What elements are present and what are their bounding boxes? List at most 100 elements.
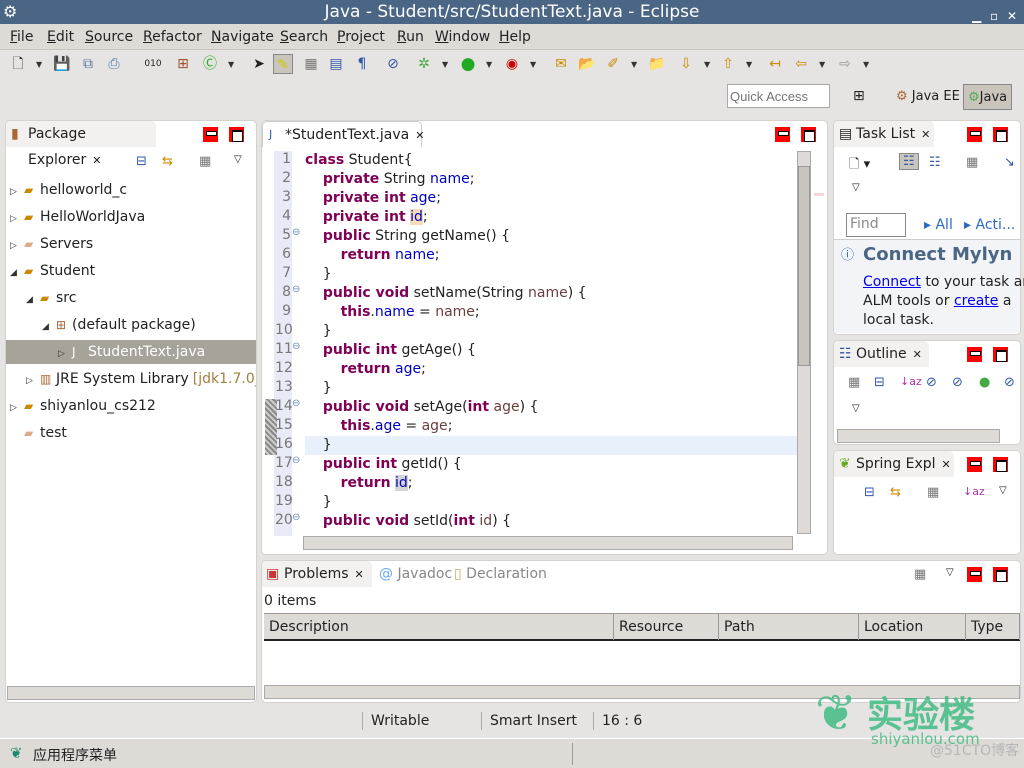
menu-run[interactable]: Run <box>397 29 424 45</box>
open-resource-icon[interactable]: 📁 <box>647 54 667 74</box>
hide-local-types-icon[interactable]: ⊘ <box>1004 375 1015 390</box>
menu-help[interactable]: Help <box>499 29 531 45</box>
sort-icon[interactable]: ↓az <box>963 485 985 498</box>
create-link[interactable]: create <box>954 293 998 309</box>
horizontal-scrollbar[interactable] <box>303 536 793 550</box>
tab-spring-explorer[interactable]: ❦ Spring Expl ✕ <box>834 451 954 477</box>
focus-icon[interactable]: ▦ <box>927 485 939 500</box>
menu-search[interactable]: Search <box>280 29 328 45</box>
hide-fields-icon[interactable]: ⊘ <box>926 375 937 390</box>
horizontal-scrollbar[interactable] <box>7 686 255 700</box>
tree-item[interactable]: ▷ ▰ helloworld_c <box>6 178 256 202</box>
view-menu-icon[interactable]: ▽ <box>946 567 954 578</box>
fold-icon[interactable]: ⊖ <box>292 284 300 295</box>
save-icon[interactable]: 💾 <box>52 54 72 74</box>
collapsed-arrow-icon[interactable]: ▷ <box>10 207 24 231</box>
skip-breakpoints-icon[interactable]: ⊘ <box>383 54 403 74</box>
menu-file[interactable]: File <box>10 29 33 45</box>
app-menu-button[interactable]: 应用程序菜单 <box>33 745 117 765</box>
new-task-icon[interactable]: 🗋 ▾ <box>849 155 870 177</box>
tab-studenttext-java[interactable]: J *StudentText.java ✕ <box>262 121 424 147</box>
categorized-icon[interactable]: ☷ <box>899 153 919 170</box>
expanded-arrow-icon[interactable]: ◢ <box>26 288 40 312</box>
new-icon[interactable]: 🗋 <box>8 54 28 74</box>
fold-icon[interactable]: ⊖ <box>292 512 300 523</box>
new-java-package-icon[interactable]: ⊞ <box>173 54 193 74</box>
last-edit-icon[interactable]: ↤ <box>765 54 785 74</box>
toggle-breadcrumb-icon[interactable]: ▦ <box>301 54 321 74</box>
maximize-button[interactable] <box>993 457 1008 472</box>
menu-source[interactable]: Source <box>85 29 133 45</box>
tree-item[interactable]: ◢ ▰ src <box>6 286 256 310</box>
focus-icon[interactable]: ▦ <box>914 567 926 582</box>
tab-javadoc[interactable]: @ Javadoc <box>379 566 452 582</box>
minimize-button[interactable] <box>775 127 790 142</box>
close-icon[interactable]: ✕ <box>92 154 101 167</box>
menu-navigate[interactable]: Navigate <box>211 29 274 45</box>
hide-nonpublic-icon[interactable]: ● <box>979 375 990 390</box>
filter-all-link[interactable]: ▸ All <box>924 217 953 233</box>
open-task-icon[interactable]: ✉ <box>551 54 571 74</box>
column-path[interactable]: Path <box>719 614 859 640</box>
tab-problems[interactable]: ▣ Problems ✕ <box>262 561 372 587</box>
sort-icon[interactable]: ↓az <box>900 375 922 388</box>
maximize-button[interactable] <box>229 127 244 142</box>
new-class-icon[interactable]: Ⓒ <box>200 54 220 74</box>
view-menu-icon[interactable]: ▽ <box>852 403 860 414</box>
column-location[interactable]: Location <box>859 614 966 640</box>
fold-icon[interactable]: ⊖ <box>292 455 300 466</box>
hide-static-icon[interactable]: ⊘ <box>952 375 963 390</box>
save-all-icon[interactable]: ⧉ <box>78 54 98 74</box>
run-external-tools-icon[interactable]: ◉ <box>502 54 522 74</box>
minimize-button[interactable] <box>967 567 982 582</box>
maximize-button[interactable] <box>993 127 1008 142</box>
filter-active-link[interactable]: ▸ Acti... <box>964 217 1015 233</box>
close-icon[interactable]: ✕ <box>355 568 364 581</box>
collapsed-arrow-icon[interactable]: ▷ <box>10 180 24 204</box>
link-with-editor-icon[interactable]: ⇆ <box>162 154 173 169</box>
horizontal-scrollbar[interactable] <box>264 685 1020 699</box>
run-icon[interactable]: ● <box>458 54 478 74</box>
fold-icon[interactable]: ⊖ <box>292 398 300 409</box>
close-icon[interactable]: ✕ <box>913 348 922 361</box>
tree-item[interactable]: ▷ J StudentText.java <box>6 340 256 364</box>
sync-icon[interactable]: ↘ <box>1004 155 1015 170</box>
maximize-button[interactable] <box>993 347 1008 362</box>
open-folder-icon[interactable]: 📂 <box>577 54 597 74</box>
collapse-all-icon[interactable]: ⊟ <box>864 485 875 500</box>
tree-item[interactable]: ▷▥ JRE System Library[jdk1.7.0_67] <box>6 367 256 391</box>
open-type-icon[interactable]: ➤ <box>249 54 269 74</box>
view-menu-icon[interactable]: ▽ <box>999 485 1007 496</box>
mark-occurrences-icon[interactable]: ✎ <box>273 54 293 74</box>
column-resource[interactable]: Resource <box>614 614 719 640</box>
tree-item[interactable]: ▷ ▰ shiyanlou_cs212 <box>6 394 256 418</box>
menu-window[interactable]: Window <box>435 29 490 45</box>
horizontal-scrollbar[interactable] <box>837 429 1000 443</box>
search-icon[interactable]: ✐ <box>603 54 623 74</box>
tree-item[interactable]: ▷ ▰ HelloWorldJava <box>6 205 256 229</box>
tab-declaration[interactable]: ▯ Declaration <box>454 566 547 582</box>
tab-outline[interactable]: ☷ Outline ✕ <box>834 341 929 367</box>
close-icon[interactable]: ✕ <box>942 458 951 471</box>
vertical-scrollbar[interactable] <box>797 151 811 534</box>
collapsed-arrow-icon[interactable]: ▷ <box>10 234 24 258</box>
link-with-editor-icon[interactable]: ⇆ <box>890 485 901 500</box>
scheduled-icon[interactable]: ☷ <box>929 155 941 170</box>
close-icon[interactable]: ✕ <box>921 128 930 141</box>
block-selection-icon[interactable]: ▤ <box>326 54 346 74</box>
focus-icon[interactable]: ▦ <box>848 375 860 390</box>
close-icon[interactable]: ✕ <box>415 129 424 142</box>
tab-package-explorer[interactable]: ▮ Package Explorer ✕ <box>6 121 156 168</box>
expanded-arrow-icon[interactable]: ◢ <box>42 315 56 339</box>
connect-link[interactable]: Connect <box>863 274 921 290</box>
collapsed-arrow-icon[interactable]: ▷ <box>58 342 72 366</box>
view-menu-icon[interactable]: ▽ <box>852 182 860 193</box>
open-perspective-icon[interactable]: ⊞ <box>853 88 865 104</box>
binary-icon[interactable]: 010 <box>143 54 163 74</box>
column-type[interactable]: Type <box>966 614 1020 640</box>
app-menu-icon[interactable]: ⚙ <box>3 0 17 24</box>
previous-annotation-icon[interactable]: ⇧ <box>718 54 738 74</box>
tree-item[interactable]: ▰ test <box>6 421 256 445</box>
find-input[interactable]: Find <box>846 213 906 237</box>
expanded-arrow-icon[interactable]: ◢ <box>10 261 24 285</box>
